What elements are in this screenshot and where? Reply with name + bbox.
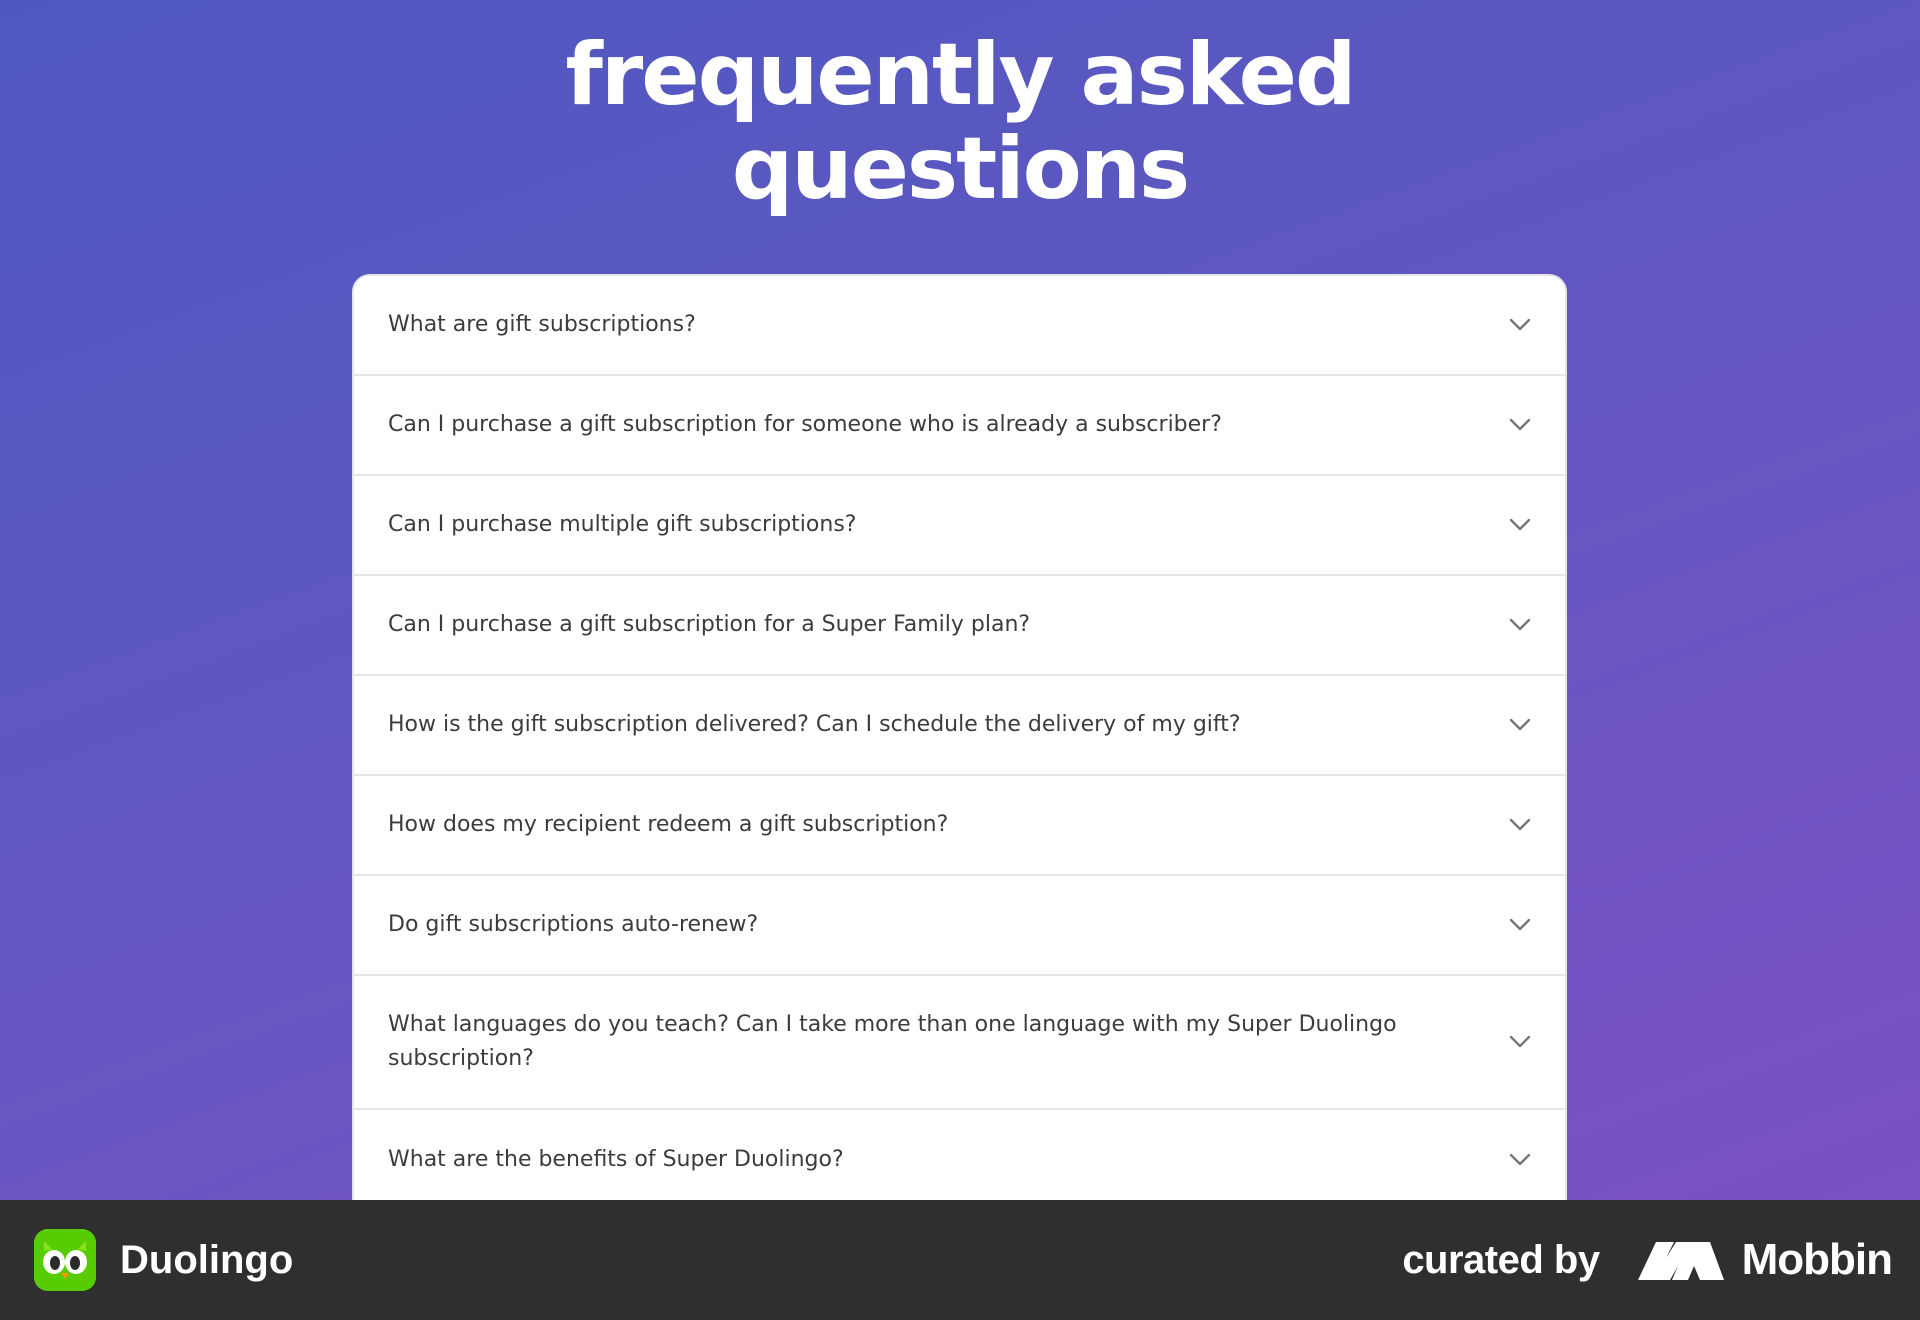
chevron-down-icon[interactable] bbox=[1507, 412, 1533, 438]
faq-item-redeem[interactable]: How does my recipient redeem a gift subs… bbox=[354, 776, 1565, 876]
faq-accordion: What are gift subscriptions? Can I purch… bbox=[352, 274, 1567, 1220]
chevron-down-icon[interactable] bbox=[1507, 1147, 1533, 1173]
chevron-down-icon[interactable] bbox=[1507, 1029, 1533, 1055]
curated-by-label: curated by bbox=[1402, 1237, 1600, 1282]
faq-item-languages[interactable]: What languages do you teach? Can I take … bbox=[354, 976, 1565, 1110]
faq-question: What are gift subscriptions? bbox=[388, 312, 696, 337]
faq-question: How does my recipient redeem a gift subs… bbox=[388, 812, 949, 837]
curator-credit: curated by Mobbin bbox=[1402, 1235, 1893, 1285]
faq-item-auto-renew[interactable]: Do gift subscriptions auto-renew? bbox=[354, 876, 1565, 976]
mobbin-logo-icon bbox=[1637, 1242, 1724, 1280]
faq-item-gift-subscriptions[interactable]: What are gift subscriptions? bbox=[354, 276, 1565, 376]
faq-question: Can I purchase a gift subscription for s… bbox=[388, 412, 1222, 437]
mobbin-wordmark: Mobbin bbox=[1741, 1235, 1893, 1284]
faq-question: What are the benefits of Super Duolingo? bbox=[388, 1147, 844, 1172]
duolingo-owl-icon bbox=[34, 1229, 96, 1291]
chevron-down-icon[interactable] bbox=[1507, 612, 1533, 638]
chevron-down-icon[interactable] bbox=[1507, 312, 1533, 338]
page-title-line-1: frequently asked bbox=[565, 25, 1356, 125]
chevron-down-icon[interactable] bbox=[1507, 912, 1533, 938]
faq-question: How is the gift subscription delivered? … bbox=[388, 712, 1241, 737]
chevron-down-icon[interactable] bbox=[1507, 812, 1533, 838]
footer-bar: Duolingo curated by Mobbin bbox=[0, 1200, 1920, 1320]
faq-question: Can I purchase multiple gift subscriptio… bbox=[388, 512, 857, 537]
chevron-down-icon[interactable] bbox=[1507, 712, 1533, 738]
page-title-line-2: questions bbox=[731, 119, 1190, 219]
faq-question: Can I purchase a gift subscription for a… bbox=[388, 612, 1031, 637]
faq-question: Do gift subscriptions auto-renew? bbox=[388, 912, 759, 937]
app-brand: Duolingo bbox=[34, 1229, 293, 1291]
faq-item-multiple-gifts[interactable]: Can I purchase multiple gift subscriptio… bbox=[354, 476, 1565, 576]
faq-item-delivery[interactable]: How is the gift subscription delivered? … bbox=[354, 676, 1565, 776]
chevron-down-icon[interactable] bbox=[1507, 512, 1533, 538]
app-name: Duolingo bbox=[120, 1237, 294, 1282]
faq-question: What languages do you teach? Can I take … bbox=[388, 1012, 1397, 1071]
faq-item-benefits[interactable]: What are the benefits of Super Duolingo? bbox=[354, 1110, 1565, 1210]
page-title: frequently asked questions bbox=[0, 28, 1920, 216]
faq-item-super-family[interactable]: Can I purchase a gift subscription for a… bbox=[354, 576, 1565, 676]
faq-item-existing-subscriber[interactable]: Can I purchase a gift subscription for s… bbox=[354, 376, 1565, 476]
